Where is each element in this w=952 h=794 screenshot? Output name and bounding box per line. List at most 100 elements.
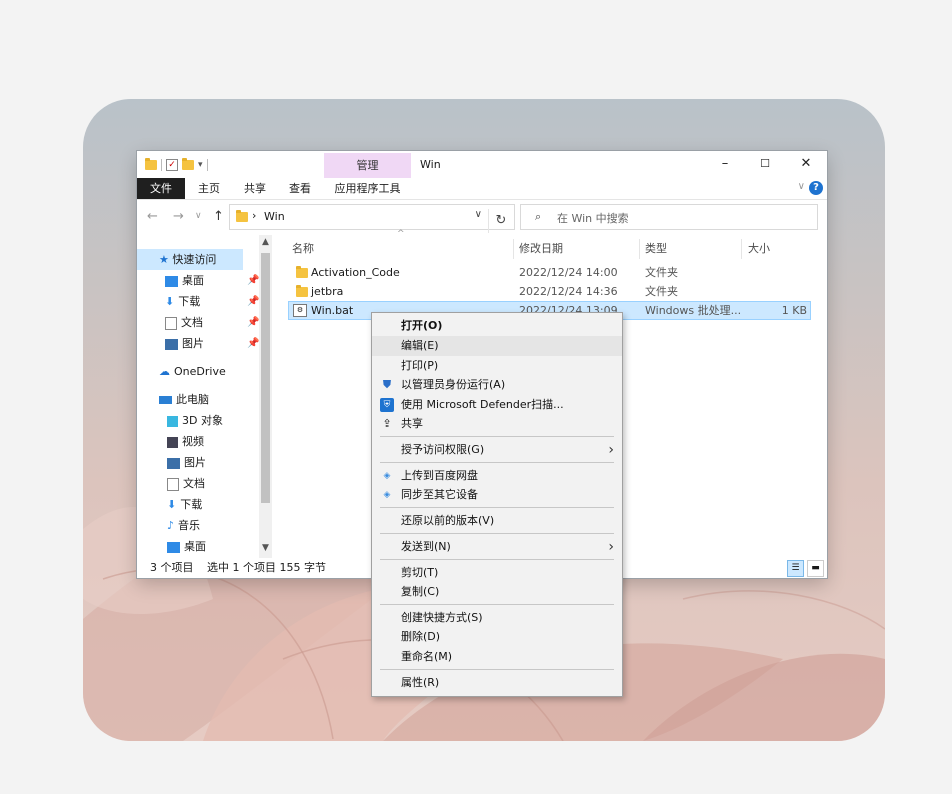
nav-this-pc[interactable]: 此电脑 xyxy=(159,389,209,410)
menu-separator xyxy=(380,559,614,560)
menu-item-label: 删除(D) xyxy=(401,630,441,643)
customize-qat-icon[interactable]: ▾ xyxy=(198,160,203,170)
music-icon: ♪ xyxy=(167,519,175,532)
close-button[interactable]: ✕ xyxy=(796,156,816,172)
menu-separator xyxy=(380,604,614,605)
menu-item-restore-versions[interactable]: 还原以前的版本(V) xyxy=(372,511,622,531)
menu-item-run-as-admin[interactable]: ⛊ 以管理员身份运行(A) xyxy=(372,375,622,395)
nav-label: 音乐 xyxy=(178,519,201,532)
scroll-down-icon[interactable]: ▼ xyxy=(259,543,272,553)
menu-item-grant-access[interactable]: 授予访问权限(G) › xyxy=(372,440,622,460)
menu-item-label: 打印(P) xyxy=(401,359,439,372)
refresh-button[interactable]: ↻ xyxy=(488,209,513,233)
menu-separator xyxy=(380,669,614,670)
new-folder-icon[interactable] xyxy=(182,158,194,170)
scroll-thumb[interactable] xyxy=(261,253,270,503)
tab-file[interactable]: 文件 xyxy=(137,178,185,199)
help-icon[interactable]: ? xyxy=(809,181,823,195)
column-header-size[interactable]: 大小 xyxy=(748,239,770,259)
nav-scrollbar[interactable]: ▲ ▼ xyxy=(259,235,272,558)
menu-item-upload-baidu[interactable]: ◈ 上传到百度网盘 xyxy=(372,466,622,486)
pin-icon: 📌 xyxy=(247,317,260,328)
nav-label: 此电脑 xyxy=(176,393,209,406)
up-button[interactable]: ↑ xyxy=(213,209,224,224)
column-header-date[interactable]: 修改日期 xyxy=(519,239,563,259)
tab-app-tools[interactable]: 应用程序工具 xyxy=(324,178,411,199)
nav-label: 图片 xyxy=(184,456,206,469)
cube-icon xyxy=(167,415,178,427)
nav-item-pictures[interactable]: 图片 xyxy=(165,333,204,354)
nav-item-3d-objects[interactable]: 3D 对象 xyxy=(167,410,223,431)
shield-icon: ⛊ xyxy=(382,378,392,391)
nav-quick-access[interactable]: ★ 快速访问 xyxy=(137,249,243,270)
breadcrumb[interactable]: Win xyxy=(264,210,285,223)
selection-info: 选中 1 个项目 155 字节 xyxy=(207,561,326,574)
file-name: jetbra xyxy=(311,285,344,298)
tab-view[interactable]: 查看 xyxy=(284,178,316,199)
nav-item-documents-pc[interactable]: 文档 xyxy=(167,473,205,494)
pin-icon: 📌 xyxy=(247,296,260,307)
menu-item-delete[interactable]: 删除(D) xyxy=(372,627,622,647)
divider xyxy=(206,159,208,171)
nav-item-downloads-pc[interactable]: ⬇ 下载 xyxy=(167,494,202,515)
maximize-button[interactable]: ☐ xyxy=(755,156,775,172)
nav-item-downloads[interactable]: ⬇ 下载 xyxy=(165,291,200,312)
pin-icon: 📌 xyxy=(247,275,260,286)
menu-item-properties[interactable]: 属性(R) xyxy=(372,673,622,693)
column-header-name[interactable]: 名称 xyxy=(292,239,314,259)
defender-icon: ⛨ xyxy=(380,398,394,412)
expand-ribbon-icon[interactable]: ∨ xyxy=(798,181,805,192)
quick-access-toolbar: ✓ ▾ xyxy=(145,158,208,172)
tab-share[interactable]: 共享 xyxy=(239,178,271,199)
minimize-button[interactable]: – xyxy=(715,156,735,172)
tab-home[interactable]: 主页 xyxy=(193,178,225,199)
menu-item-send-to[interactable]: 发送到(N) › xyxy=(372,537,622,557)
nav-item-desktop-pc[interactable]: 桌面 xyxy=(167,536,206,557)
menu-item-label: 使用 Microsoft Defender扫描... xyxy=(401,398,564,411)
scroll-up-icon[interactable]: ▲ xyxy=(259,237,272,247)
address-dropdown-icon[interactable]: ∨ xyxy=(475,209,482,220)
nav-item-videos[interactable]: 视频 xyxy=(167,431,204,452)
nav-label: 视频 xyxy=(182,435,204,448)
file-row[interactable]: Activation_Code 2022/12/24 14:00 文件夹 xyxy=(288,263,811,282)
nav-item-documents[interactable]: 文档 xyxy=(165,312,203,333)
breadcrumb-chevron-icon[interactable]: › xyxy=(252,209,256,222)
nav-item-music[interactable]: ♪ 音乐 xyxy=(167,515,200,536)
desktop-icon xyxy=(167,541,180,553)
address-bar[interactable]: › Win ∨ ↻ xyxy=(229,204,515,233)
menu-item-copy[interactable]: 复制(C) xyxy=(372,582,622,602)
download-icon: ⬇ xyxy=(167,498,177,511)
nav-onedrive[interactable]: ☁ OneDrive xyxy=(159,361,226,382)
forward-button[interactable]: → xyxy=(173,209,184,224)
search-input[interactable]: ⌕ 在 Win 中搜索 xyxy=(520,204,818,230)
title-bar: ✓ ▾ 管理 Win – ☐ ✕ xyxy=(137,151,827,178)
nav-label: 下载 xyxy=(178,295,201,308)
menu-item-cut[interactable]: 剪切(T) xyxy=(372,563,622,583)
menu-item-label: 上传到百度网盘 xyxy=(401,469,478,482)
submenu-arrow-icon: › xyxy=(608,442,614,458)
nav-item-desktop[interactable]: 桌面 xyxy=(165,270,204,291)
menu-item-print[interactable]: 打印(P) xyxy=(372,356,622,376)
document-icon xyxy=(165,316,177,330)
menu-item-share[interactable]: ⇪ 共享 xyxy=(372,414,622,434)
column-header-type[interactable]: 类型 xyxy=(645,239,667,259)
menu-item-edit[interactable]: 编辑(E) xyxy=(372,336,622,356)
video-icon xyxy=(167,436,178,448)
large-icons-view-icon[interactable]: ▬ xyxy=(807,560,824,577)
nav-item-pictures-pc[interactable]: 图片 xyxy=(167,452,206,473)
menu-item-sync-devices[interactable]: ◈ 同步至其它设备 xyxy=(372,485,622,505)
menu-item-defender-scan[interactable]: ⛨ 使用 Microsoft Defender扫描... xyxy=(372,395,622,415)
menu-item-create-shortcut[interactable]: 创建快捷方式(S) xyxy=(372,608,622,628)
file-date: 2022/12/24 14:36 xyxy=(519,285,618,298)
folder-icon xyxy=(296,266,308,278)
recent-locations-icon[interactable]: ∨ xyxy=(195,211,202,221)
file-row[interactable]: jetbra 2022/12/24 14:36 文件夹 xyxy=(288,282,811,301)
back-button[interactable]: ← xyxy=(147,209,158,224)
properties-icon[interactable]: ✓ xyxy=(166,159,178,171)
menu-item-open[interactable]: 打开(O) xyxy=(372,316,622,336)
menu-item-rename[interactable]: 重命名(M) xyxy=(372,647,622,667)
details-view-icon[interactable]: ☰ xyxy=(787,560,804,577)
menu-item-label: 共享 xyxy=(401,417,423,430)
manage-tab-header: 管理 xyxy=(324,153,411,178)
menu-item-label: 还原以前的版本(V) xyxy=(401,514,495,527)
